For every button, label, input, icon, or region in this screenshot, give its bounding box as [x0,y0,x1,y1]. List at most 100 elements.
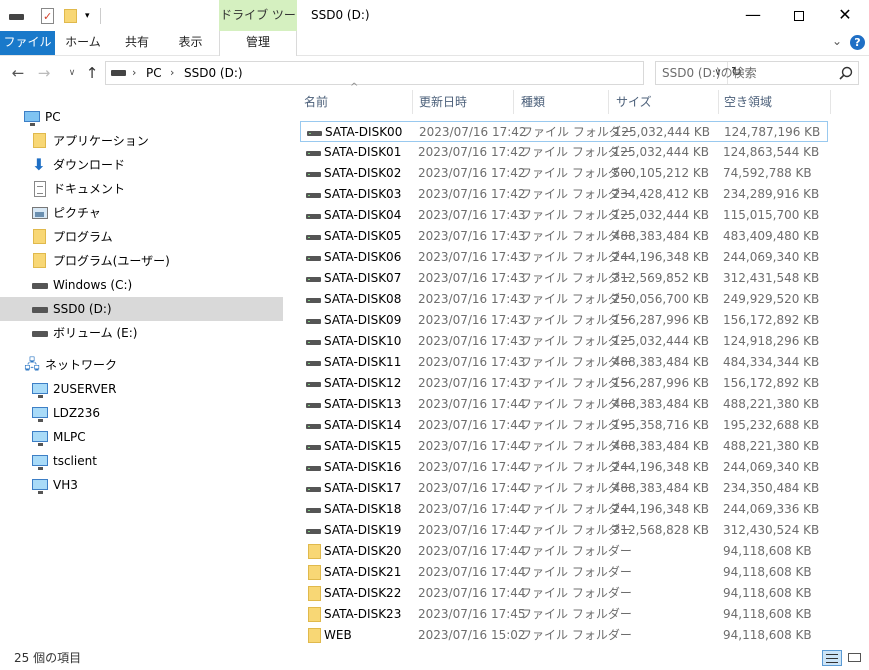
new-folder-icon[interactable] [64,8,78,24]
nav-item-2userver[interactable]: 2USERVER [0,377,283,401]
close-button[interactable]: ✕ [822,0,868,31]
breadcrumb-ssd0[interactable]: SSD0 (D:) [184,62,243,84]
breadcrumb-separator-icon[interactable]: › [170,62,174,84]
tab-file[interactable]: ファイル [0,31,55,55]
file-date: 2023/07/16 17:45 [418,607,526,621]
nav-label: VH3 [53,478,78,492]
table-row[interactable]: SATA-DISK20 2023/07/16 17:44 ファイル フォルダー 94,… [300,541,828,562]
address-row: ← → ∨ ↑ › PC › SSD0 (D:) ∨ ↻ [0,56,869,90]
table-row[interactable]: SATA-DISK02 2023/07/16 17:42 ファイル フォルダー 500… [300,163,828,184]
table-row[interactable]: SATA-DISK08 2023/07/16 17:43 ファイル フォルダー 250… [300,289,828,310]
table-row[interactable]: SATA-DISK07 2023/07/16 17:43 ファイル フォルダー 312… [300,268,828,289]
column-divider[interactable] [830,90,831,114]
minimize-button[interactable]: — [730,0,776,31]
table-row[interactable]: SATA-DISK04 2023/07/16 17:43 ファイル フォルダー 125… [300,205,828,226]
breadcrumb-separator-icon[interactable]: › [132,62,136,84]
nav-item-ssd0-d[interactable]: SSD0 (D:) [0,297,283,321]
nav-item-programs[interactable]: プログラム [0,225,283,249]
table-row[interactable]: SATA-DISK00 2023/07/16 17:42 ファイル フォルダー 125… [300,121,828,142]
properties-icon[interactable]: ✓ [41,8,55,24]
table-row[interactable]: SATA-DISK19 2023/07/16 17:44 ファイル フォルダー 312… [300,520,828,541]
table-row[interactable]: SATA-DISK12 2023/07/16 17:43 ファイル フォルダー 156… [300,373,828,394]
nav-label: LDZ236 [53,406,101,420]
nav-item-applications[interactable]: アプリケーション [0,129,283,153]
table-row[interactable]: SATA-DISK13 2023/07/16 17:44 ファイル フォルダー 488… [300,394,828,415]
nav-item-network[interactable]: 🖧 ネットワーク [0,353,283,377]
file-size: 234,428,412 KB [612,187,709,201]
table-row[interactable]: SATA-DISK16 2023/07/16 17:44 ファイル フォルダー 244… [300,457,828,478]
quick-access-dropdown-icon[interactable]: ▾ [85,8,95,24]
computer-icon [32,455,48,470]
column-header-name[interactable]: 名前 [296,90,412,114]
file-free-space: 484,334,344 KB [723,355,820,369]
nav-item-mlpc[interactable]: MLPC [0,425,283,449]
details-view-icon[interactable] [822,650,842,666]
folder-icon [308,607,321,622]
tab-manage[interactable]: 管理 [219,31,297,56]
column-header-size[interactable]: サイズ [608,90,718,114]
nav-label: MLPC [53,430,86,444]
nav-item-pc[interactable]: PC [0,105,283,129]
file-date: 2023/07/16 17:44 [418,418,526,432]
recent-locations-chevron-icon[interactable]: ∨ [62,63,82,83]
table-row[interactable]: SATA-DISK11 2023/07/16 17:43 ファイル フォルダー 488… [300,352,828,373]
file-date: 2023/07/16 15:02 [418,628,526,642]
column-header-free-space[interactable]: 空き領域 [716,90,828,114]
table-row[interactable]: SATA-DISK03 2023/07/16 17:42 ファイル フォルダー 234… [300,184,828,205]
nav-item-vh3[interactable]: VH3 [0,473,283,497]
back-arrow-icon[interactable]: ← [8,63,28,83]
table-row[interactable]: SATA-DISK05 2023/07/16 17:43 ファイル フォルダー 488… [300,226,828,247]
search-icon[interactable] [838,65,854,81]
forward-arrow-icon[interactable]: → [34,63,54,83]
table-row[interactable]: SATA-DISK15 2023/07/16 17:44 ファイル フォルダー 488… [300,436,828,457]
table-row[interactable]: SATA-DISK09 2023/07/16 17:43 ファイル フォルダー 156… [300,310,828,331]
tab-share[interactable]: 共有 [111,31,163,55]
toolbar-divider [100,8,101,24]
nav-item-ldz236[interactable]: LDZ236 [0,401,283,425]
tab-home[interactable]: ホーム [55,31,111,55]
drive-tools-tab: ドライブ ツール [219,0,297,53]
maximize-button[interactable] [776,0,822,31]
file-free-space: 312,431,548 KB [723,271,820,285]
nav-item-tsclient[interactable]: tsclient [0,449,283,473]
table-row[interactable]: WEB 2023/07/16 15:02 ファイル フォルダー 94,118,608 … [300,625,828,646]
table-row[interactable]: SATA-DISK23 2023/07/16 17:45 ファイル フォルダー 94,… [300,604,828,625]
file-size: 125,032,444 KB [613,125,710,139]
download-icon: ⬇ [32,155,46,174]
nav-item-pictures[interactable]: ピクチャ [0,201,283,225]
file-date: 2023/07/16 17:44 [418,397,526,411]
large-icons-view-icon[interactable] [846,650,864,666]
file-name: SATA-DISK20 [324,544,402,558]
table-row[interactable]: SATA-DISK06 2023/07/16 17:43 ファイル フォルダー 244… [300,247,828,268]
table-row[interactable]: SATA-DISK10 2023/07/16 17:43 ファイル フォルダー 125… [300,331,828,352]
tab-view[interactable]: 表示 [163,31,218,55]
file-date: 2023/07/16 17:44 [418,544,526,558]
table-row[interactable]: SATA-DISK21 2023/07/16 17:44 ファイル フォルダー 94,… [300,562,828,583]
up-arrow-icon[interactable]: ↑ [82,63,102,83]
file-name: SATA-DISK12 [324,376,402,390]
chevron-down-icon[interactable]: ⌄ [829,34,845,50]
table-row[interactable]: SATA-DISK18 2023/07/16 17:44 ファイル フォルダー 244… [300,499,828,520]
file-name: SATA-DISK19 [324,523,402,537]
search-input[interactable] [662,64,832,82]
help-icon[interactable]: ? [850,35,865,50]
table-row[interactable]: SATA-DISK01 2023/07/16 17:42 ファイル フォルダー 125… [300,142,828,163]
table-row[interactable]: SATA-DISK14 2023/07/16 17:44 ファイル フォルダー 195… [300,415,828,436]
column-header-type[interactable]: 種類 [513,90,608,114]
drive-icon[interactable] [9,8,25,24]
file-free-space: 249,929,520 KB [723,292,820,306]
file-size: 488,383,484 KB [612,355,709,369]
computer-icon [32,383,48,398]
table-row[interactable]: SATA-DISK22 2023/07/16 17:44 ファイル フォルダー 94,… [300,583,828,604]
nav-item-programs-user[interactable]: プログラム(ユーザー) [0,249,283,273]
address-bar[interactable]: › PC › SSD0 (D:) ∨ ↻ [105,61,742,85]
table-row[interactable]: SATA-DISK17 2023/07/16 17:44 ファイル フォルダー 488… [300,478,828,499]
drive-icon [306,335,322,348]
breadcrumb-pc[interactable]: PC [146,62,162,84]
nav-item-windows-c[interactable]: Windows (C:) [0,273,283,297]
nav-item-volume-e[interactable]: ボリューム (E:) [0,321,283,345]
column-header-date[interactable]: 更新日時 [411,90,513,114]
file-size: 500,105,212 KB [612,166,709,180]
nav-item-downloads[interactable]: ⬇ ダウンロード [0,153,283,177]
nav-item-documents[interactable]: ドキュメント [0,177,283,201]
